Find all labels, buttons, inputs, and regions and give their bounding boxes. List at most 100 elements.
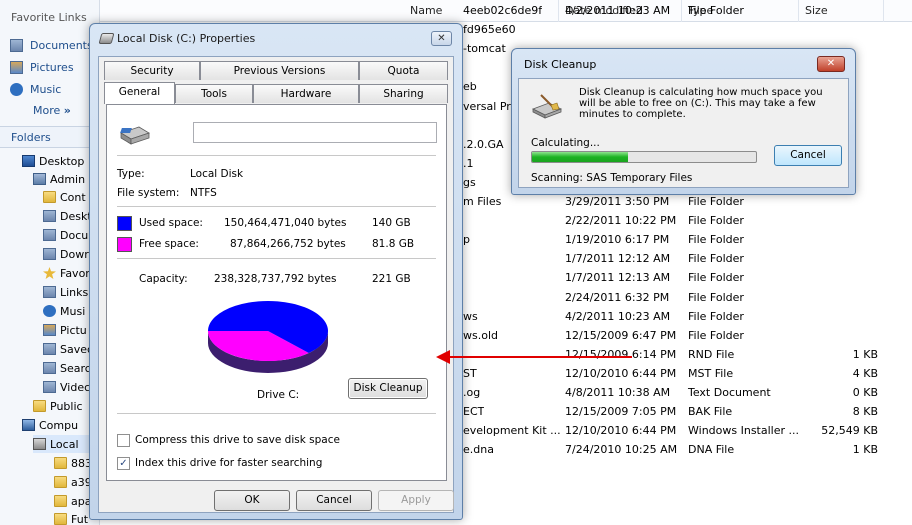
file-date-modified: 12/10/2010 6:44 PM (565, 424, 677, 438)
file-size: 0 KB (852, 386, 878, 399)
file-name: .og (463, 386, 481, 399)
capacity-label: Capacity: (139, 273, 188, 285)
file-type: DNA File (688, 443, 735, 457)
file-size: 4 KB (852, 366, 878, 380)
file-name: e.dna (463, 443, 494, 457)
tree-item-desktop-folder[interactable]: Deskt (43, 207, 92, 225)
file-type: File Folder (688, 328, 744, 342)
file-type: Text Document (688, 386, 771, 399)
folder-icon (43, 229, 56, 241)
close-button[interactable]: ✕ (431, 31, 452, 46)
file-type: MST File (688, 366, 734, 380)
tree-item-folder-fut[interactable]: Fut (54, 510, 88, 525)
tree-item-videos[interactable]: Videc (43, 378, 90, 396)
file-date-modified: 12/15/2009 6:47 PM (565, 328, 677, 342)
close-button[interactable]: ✕ (817, 56, 845, 72)
pictures-icon (10, 60, 23, 74)
favorite-pictures[interactable]: Pictures (10, 58, 74, 76)
favorite-documents[interactable]: Documents (10, 36, 93, 54)
folder-icon (43, 248, 56, 260)
separator (117, 206, 436, 207)
tab-hardware[interactable]: Hardware (253, 84, 359, 103)
cancel-button[interactable]: Cancel (774, 145, 842, 166)
tree-item-folder-apa[interactable]: apa (54, 492, 91, 510)
used-space-label: Used space: (139, 217, 203, 229)
file-system-value: NTFS (190, 187, 217, 199)
ok-button[interactable]: OK (214, 490, 290, 511)
tree-item-computer[interactable]: Compu (22, 416, 78, 434)
tree-item-downloads[interactable]: Dowr (43, 245, 89, 263)
calculating-label: Calculating... (531, 137, 600, 149)
hard-drive-icon (120, 126, 150, 145)
drive-label-input[interactable] (193, 122, 437, 143)
file-name: gs (463, 175, 476, 189)
apply-button[interactable]: Apply (378, 490, 454, 511)
disk-cleanup-button[interactable]: Disk Cleanup (348, 378, 428, 399)
folder-icon (43, 210, 56, 222)
dialog-title: Local Disk (C:) Properties (117, 32, 256, 45)
capacity-gb: 221 GB (372, 273, 411, 285)
tree-item-music[interactable]: Musi (43, 302, 85, 320)
file-type: RND File (688, 347, 735, 361)
separator (117, 413, 436, 414)
tree-item-pictures[interactable]: Pictu (43, 321, 87, 339)
file-name: versal Pr (463, 99, 511, 113)
file-date-modified: 2/24/2011 6:32 PM (565, 290, 670, 304)
file-name: evelopment Kit ... (463, 424, 561, 438)
navigation-pane: Favorite Links Documents Pictures Music … (0, 0, 100, 525)
tree-item-contacts[interactable]: Cont (43, 188, 86, 206)
file-type: File Folder (688, 290, 744, 304)
tree-item-public[interactable]: Public (33, 397, 83, 415)
favorite-music[interactable]: Music (10, 80, 61, 98)
file-type: File Folder (688, 233, 744, 247)
progress-bar (531, 151, 757, 163)
file-name: -tomcat (463, 42, 506, 56)
file-date-modified: 3/29/2011 3:50 PM (565, 195, 670, 208)
tab-tools[interactable]: Tools (175, 84, 253, 103)
favorite-links-header: Favorite Links (11, 11, 87, 24)
file-date-modified: 12/10/2010 6:44 PM (565, 366, 677, 380)
dialog-body: Security Previous Versions Quota General… (98, 56, 454, 513)
compress-checkbox[interactable] (117, 434, 130, 447)
tab-quota[interactable]: Quota (359, 61, 448, 80)
properties-dialog: Local Disk (C:) Properties ✕ Security Pr… (89, 23, 463, 520)
tab-general[interactable]: General (104, 82, 175, 104)
file-date-modified: 12/15/2009 7:05 PM (565, 405, 677, 419)
tree-item-folder-883[interactable]: 883 (54, 454, 92, 472)
index-label: Index this drive for faster searching (135, 457, 323, 469)
tree-item-favorites[interactable]: Favor (43, 264, 90, 282)
file-date-modified: 4/2/2011 10:23 AM (565, 309, 671, 323)
cancel-button[interactable]: Cancel (296, 490, 372, 511)
more-favorites-link[interactable]: More » (33, 104, 71, 117)
tab-security[interactable]: Security (104, 61, 200, 80)
index-checkbox[interactable]: ✓ (117, 457, 130, 470)
tree-item-documents[interactable]: Docu (43, 226, 88, 244)
file-name: .1 (463, 156, 474, 170)
file-size: 1 KB (852, 443, 878, 457)
dialog-title: Disk Cleanup (524, 58, 597, 71)
file-date-modified: 1/7/2011 12:12 AM (565, 252, 671, 266)
user-folder-icon (33, 173, 46, 185)
scanning-status: Scanning: SAS Temporary Files (531, 172, 693, 184)
tree-item-links[interactable]: Links (43, 283, 88, 301)
tree-item-searches[interactable]: Searc (43, 359, 91, 377)
file-date-modified: 4/2/2011 10:23 AM (565, 4, 671, 17)
tab-previous-versions[interactable]: Previous Versions (200, 61, 359, 80)
tab-sharing[interactable]: Sharing (359, 84, 448, 103)
file-name: m Files (463, 195, 502, 208)
file-type: File Folder (688, 252, 744, 266)
file-row[interactable]: 4eeb02c6de9f 4/2/2011 10:23 AM File Folder (100, 1, 912, 20)
tree-item-saved-games[interactable]: Savec (43, 340, 93, 358)
tree-item-folder-a39[interactable]: a39 (54, 473, 92, 491)
folders-header[interactable]: Folders (0, 126, 99, 148)
double-chevron-icon: » (63, 104, 71, 117)
file-name: p (463, 233, 470, 247)
free-space-gb: 81.8 GB (372, 238, 415, 250)
progress-bar-fill (532, 152, 629, 162)
compress-label: Compress this drive to save disk space (135, 434, 340, 446)
file-date-modified: 1/19/2010 6:17 PM (565, 233, 670, 247)
desktop-icon (22, 155, 35, 167)
tree-item-desktop[interactable]: Desktop (22, 152, 84, 170)
video-folder-icon (43, 381, 56, 393)
tree-item-admin[interactable]: Admin (33, 170, 85, 188)
